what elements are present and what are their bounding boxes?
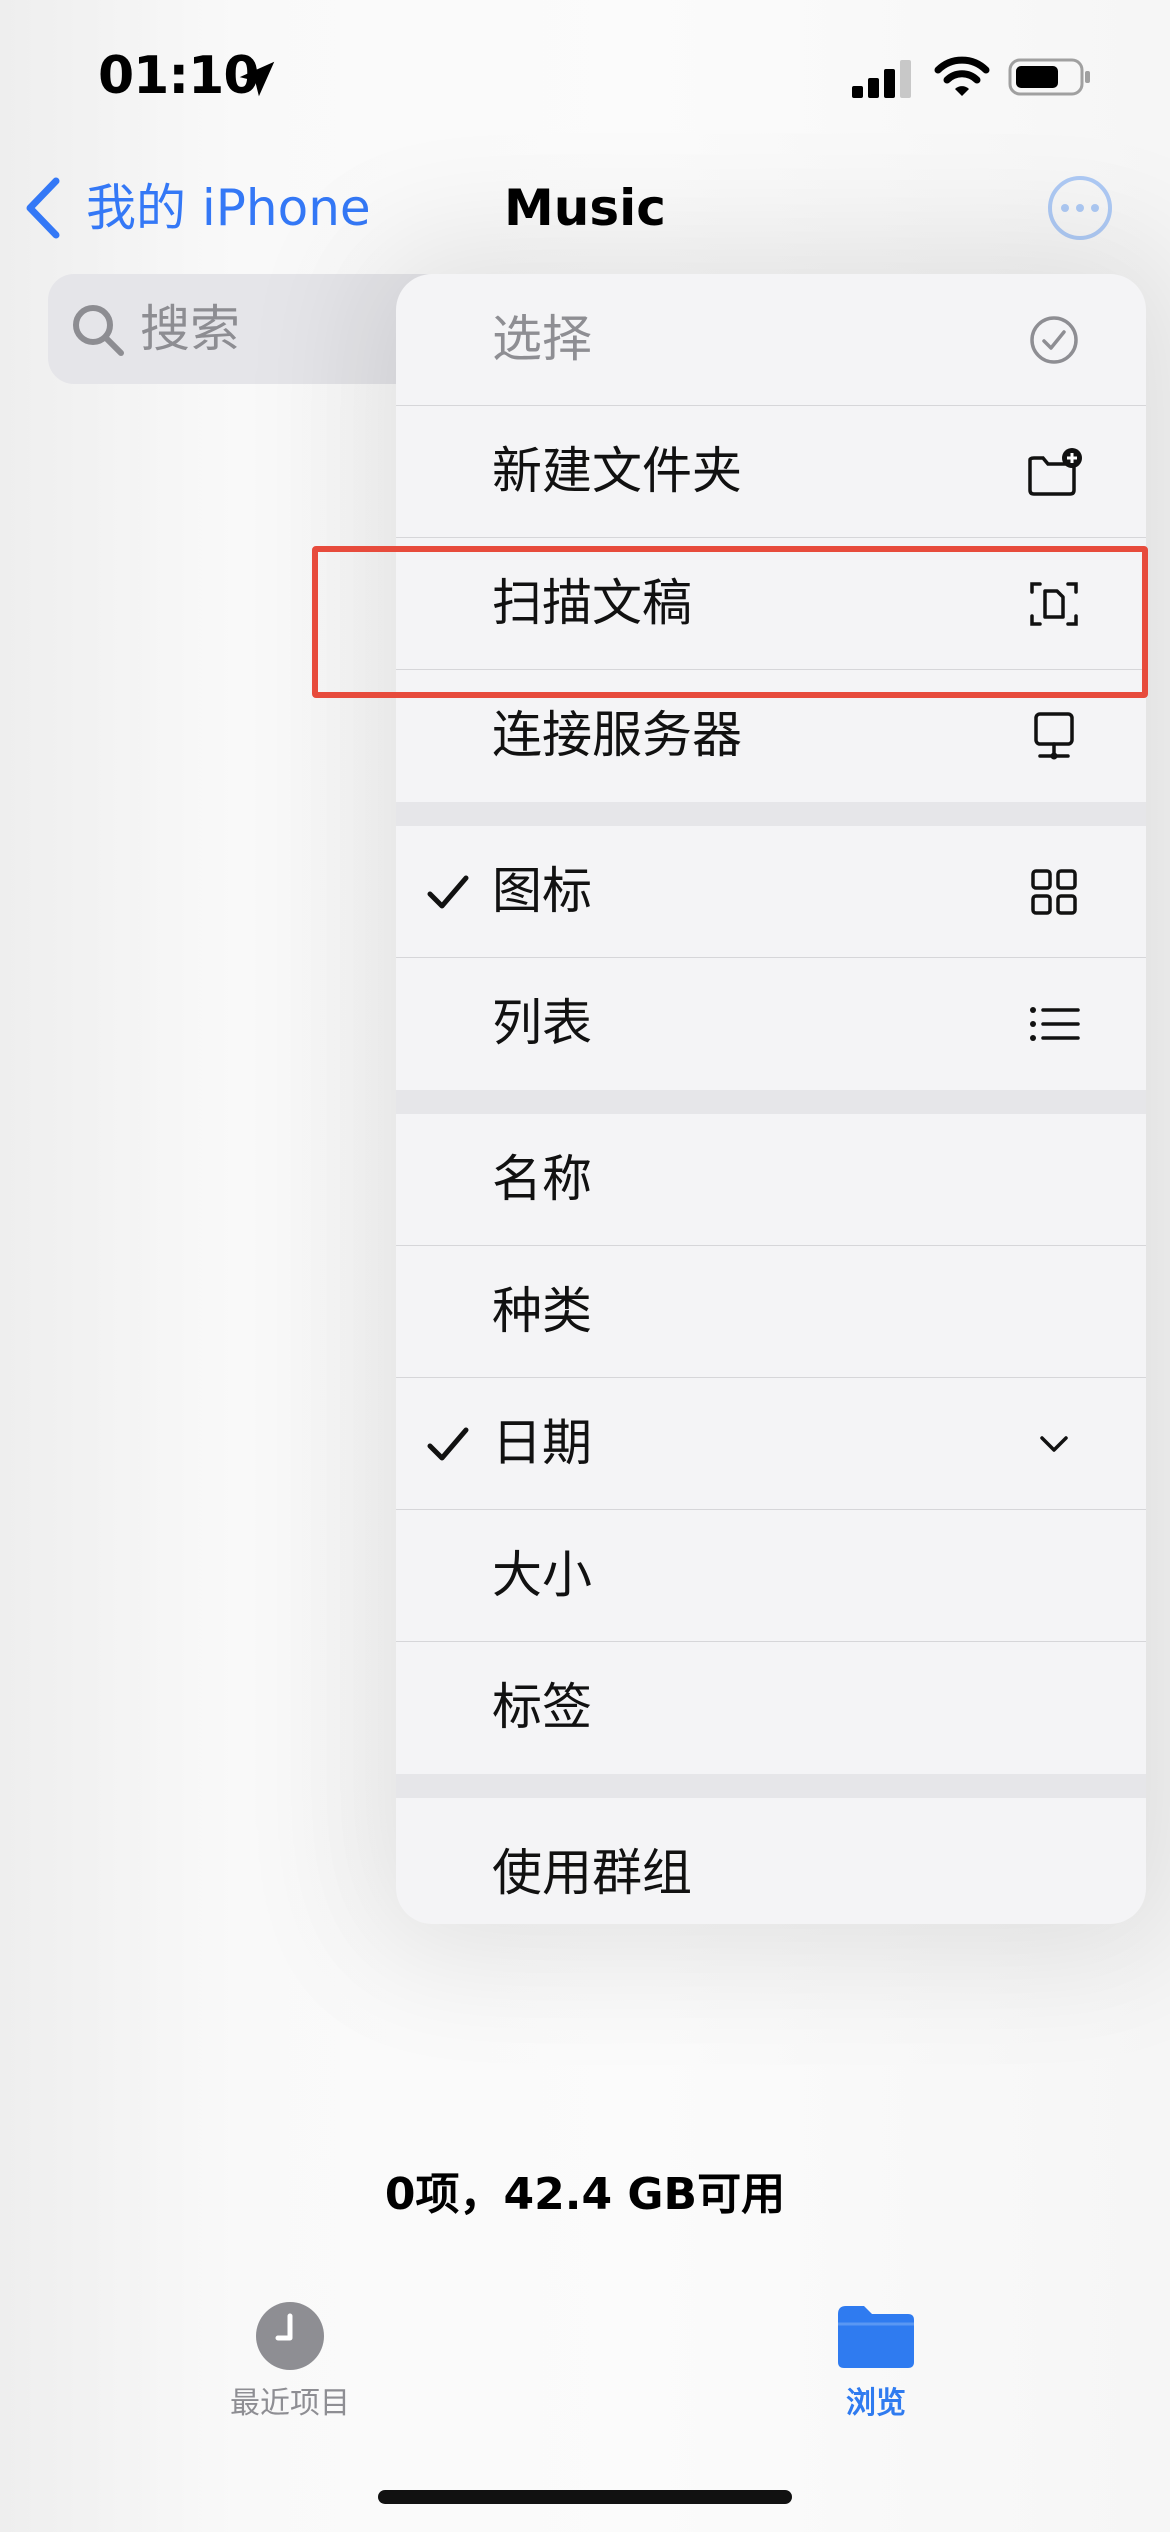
menu-item-label: 名称 <box>492 1150 592 1208</box>
tab-label: 最近项目 <box>230 2386 350 2421</box>
battery-icon <box>1008 58 1090 96</box>
grid-icon <box>1031 869 1077 915</box>
folder-plus-icon <box>1028 448 1082 496</box>
menu-item-select[interactable]: 选择 <box>396 274 1146 406</box>
checkmark-icon <box>427 1427 469 1461</box>
menu-item-new-folder[interactable]: 新建文件夹 <box>396 406 1146 538</box>
context-menu: 选择 新建文件夹 扫描文稿 连接服务器 图标 列表 名称 种类 日期 大小 标签… <box>396 274 1146 1924</box>
tab-recents[interactable]: 最近项目 <box>140 2300 440 2426</box>
highlight-box <box>312 546 1148 698</box>
list-icon <box>1030 1007 1080 1041</box>
tab-label: 浏览 <box>846 2386 906 2421</box>
server-display-icon <box>1034 712 1074 760</box>
home-indicator <box>378 2490 792 2504</box>
menu-separator <box>396 1774 1146 1798</box>
menu-item-label: 种类 <box>492 1282 592 1340</box>
menu-item-label: 大小 <box>492 1546 592 1604</box>
menu-separator <box>396 1090 1146 1114</box>
location-arrow-icon <box>239 61 275 97</box>
tab-browse[interactable]: 浏览 <box>726 2300 1026 2426</box>
menu-item-sort-size[interactable]: 大小 <box>396 1510 1146 1642</box>
menu-item-use-groups[interactable]: 使用群组 <box>396 1798 1146 1924</box>
menu-separator <box>396 802 1146 826</box>
ellipsis-icon <box>1061 204 1069 212</box>
menu-item-label: 标签 <box>492 1678 592 1736</box>
cellular-signal-icon <box>852 60 911 98</box>
more-options-button[interactable] <box>1048 176 1112 240</box>
menu-item-label: 选择 <box>492 310 592 368</box>
menu-item-sort-date[interactable]: 日期 <box>396 1378 1146 1510</box>
search-icon <box>73 305 124 356</box>
menu-item-sort-tags[interactable]: 标签 <box>396 1642 1146 1774</box>
checkmark-circle-icon <box>1030 316 1078 364</box>
item-count-label: 0项，42.4 GB可用 <box>384 2169 786 2220</box>
ellipsis-dot <box>1091 204 1099 212</box>
search-placeholder: 搜索 <box>140 300 240 358</box>
menu-item-sort-kind[interactable]: 种类 <box>396 1246 1146 1378</box>
checkmark-icon <box>427 875 469 909</box>
menu-item-sort-name[interactable]: 名称 <box>396 1114 1146 1246</box>
menu-item-label: 列表 <box>492 994 592 1052</box>
folder-icon <box>838 2306 914 2368</box>
menu-item-view-icons[interactable]: 图标 <box>396 826 1146 958</box>
menu-item-label: 日期 <box>492 1414 592 1472</box>
chevron-down-icon <box>1040 1436 1068 1452</box>
menu-item-label: 使用群组 <box>492 1844 692 1902</box>
menu-item-label: 图标 <box>492 862 592 920</box>
ellipsis-dot <box>1076 204 1084 212</box>
wifi-icon <box>934 56 990 96</box>
page-title: Music <box>504 179 666 237</box>
menu-item-view-list[interactable]: 列表 <box>396 958 1146 1090</box>
menu-item-label: 新建文件夹 <box>492 442 742 500</box>
clock-icon <box>256 2302 324 2370</box>
